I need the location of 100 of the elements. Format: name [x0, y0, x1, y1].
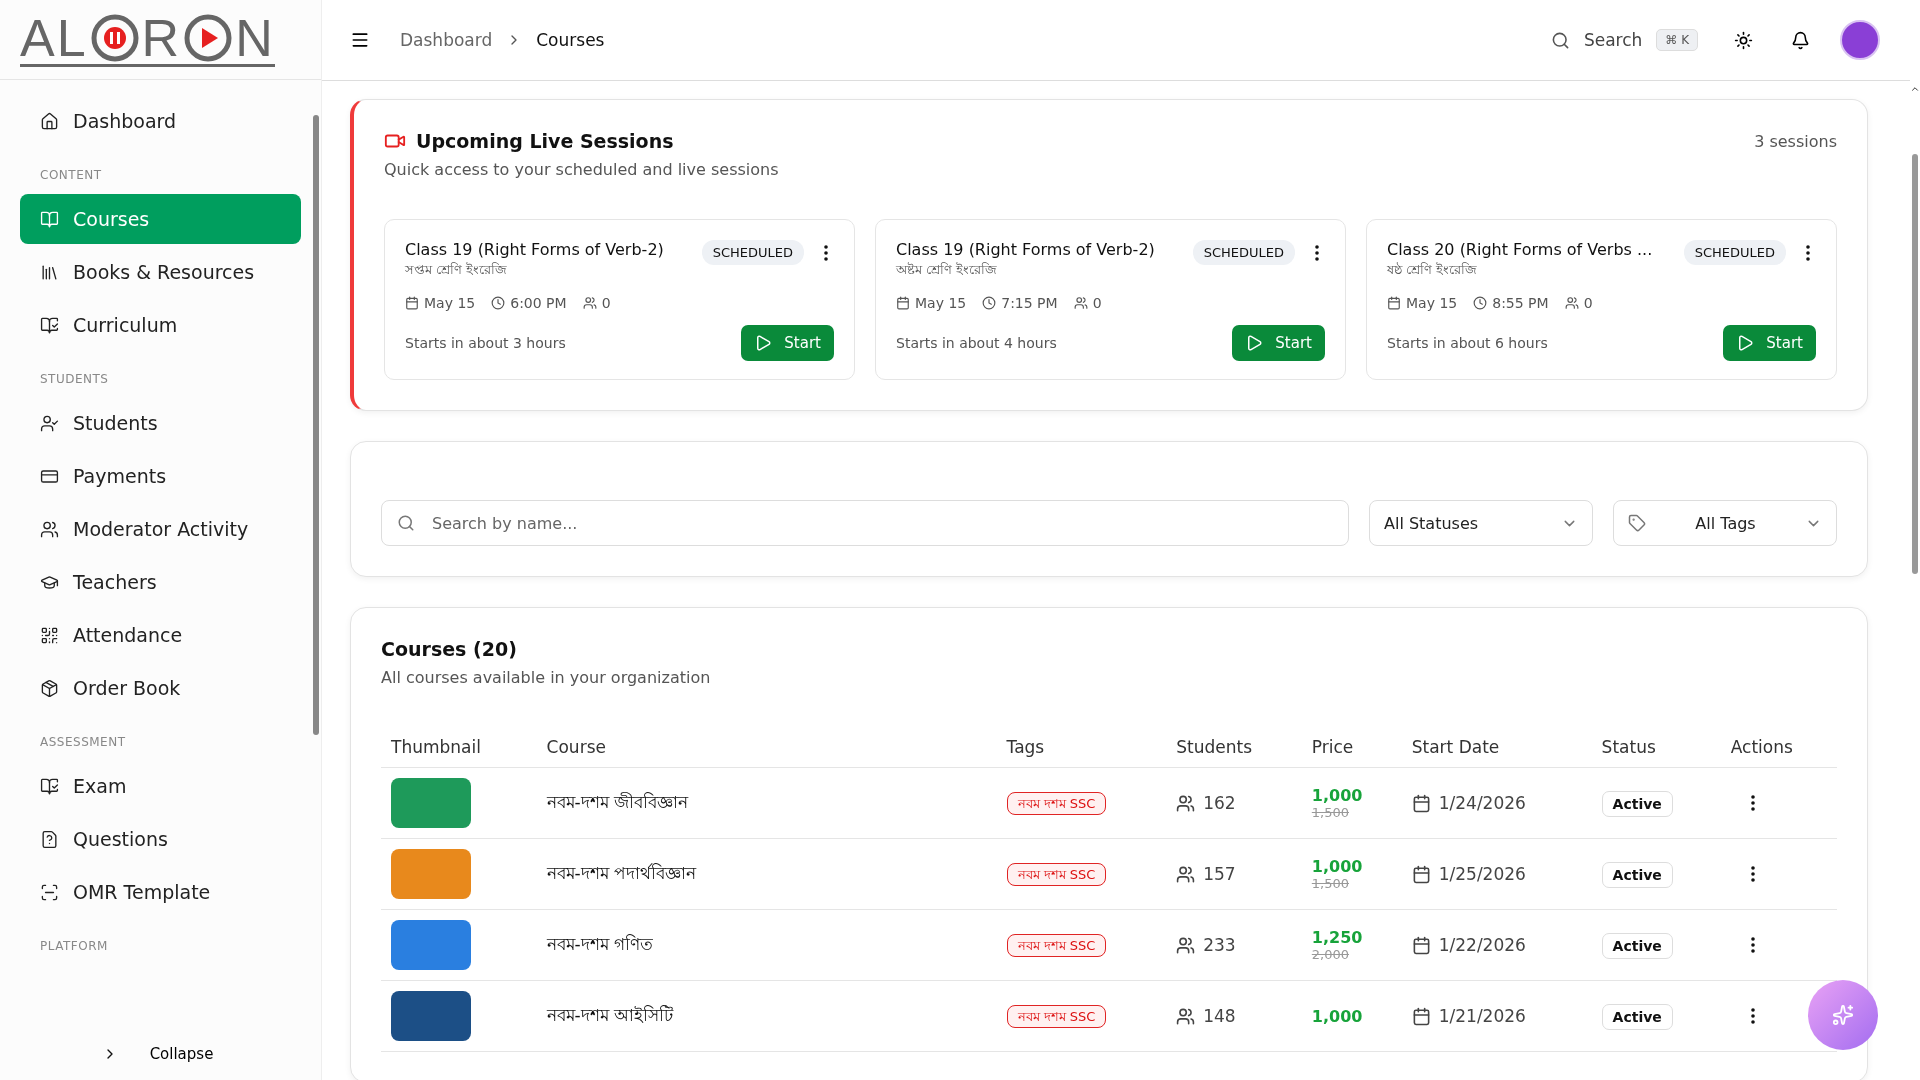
- clock-icon: [1473, 296, 1488, 310]
- column-header: Students: [1166, 727, 1302, 768]
- sidebar-item[interactable]: Attendance: [20, 610, 301, 660]
- status-badge: Active: [1601, 933, 1673, 959]
- breadcrumb-current: Courses: [536, 30, 605, 50]
- session-date: May 15: [915, 295, 967, 311]
- session-title: Class 19 (Right Forms of Verb-2): [405, 240, 664, 259]
- course-name[interactable]: নবম-দশম জীববিজ্ঞান: [546, 792, 689, 812]
- column-header: Course: [536, 727, 997, 768]
- section-title: Upcoming Live Sessions: [416, 130, 674, 152]
- session-date: May 15: [424, 295, 476, 311]
- users-icon: [582, 296, 597, 310]
- session-subject: সপ্তম শ্রেণি ইংরেজি: [405, 261, 509, 279]
- student-count: 233: [1203, 935, 1236, 955]
- calendar-icon: [1411, 935, 1431, 955]
- play-circle-icon: [183, 13, 234, 63]
- start-button[interactable]: Start: [1723, 325, 1816, 361]
- search-button[interactable]: Search ⌘ K: [1544, 28, 1704, 52]
- start-date: 1/21/2026: [1438, 1006, 1526, 1026]
- search-icon: [1550, 30, 1570, 50]
- price: 1,250: [1311, 928, 1364, 947]
- start-eta: Starts in about 4 hours: [896, 335, 1057, 351]
- users-icon: [1176, 1006, 1196, 1026]
- sidebar-item[interactable]: Teachers: [20, 557, 301, 607]
- original-price: 1,500: [1311, 805, 1350, 820]
- clock-icon: [491, 296, 506, 310]
- column-header: Price: [1301, 727, 1402, 768]
- attendee-count: 0: [1583, 295, 1593, 311]
- start-date: 1/25/2026: [1438, 864, 1526, 884]
- start-eta: Starts in about 3 hours: [405, 335, 566, 351]
- session-time: 8:55 PM: [1492, 295, 1549, 311]
- book-check-icon: [40, 315, 59, 335]
- bell-icon: [1791, 30, 1810, 50]
- calendar-icon: [405, 296, 419, 310]
- dots-icon: [1750, 866, 1755, 882]
- status-badge: SCHEDULED: [701, 240, 804, 265]
- tag-badge: নবম দশম SSC: [1006, 933, 1107, 957]
- status-dropdown[interactable]: All Statuses: [1369, 500, 1593, 546]
- session-title: Class 19 (Right Forms of Verb-2): [896, 240, 1155, 259]
- play-icon: [1736, 334, 1755, 352]
- scroll-up-icon[interactable]: [1910, 84, 1920, 94]
- start-button[interactable]: Start: [741, 325, 834, 361]
- section-subtitle: Quick access to your scheduled and live sessions: [384, 160, 780, 179]
- book-icon: [40, 209, 59, 229]
- dots-icon: [1750, 937, 1755, 953]
- section-title: Courses (20): [381, 638, 518, 660]
- sidebar-item[interactable]: Curriculum: [20, 300, 301, 350]
- calendar-icon: [896, 296, 910, 310]
- dots-icon: [824, 244, 828, 261]
- section-heading: PLATFORM: [40, 939, 109, 953]
- sidebar-item[interactable]: Dashboard: [20, 96, 301, 146]
- calendar-icon: [1411, 864, 1431, 884]
- scrollbar-thumb[interactable]: [1912, 154, 1918, 574]
- start-eta: Starts in about 6 hours: [1387, 335, 1548, 351]
- calendar-icon: [1411, 1006, 1431, 1026]
- course-name[interactable]: নবম-দশম পদার্থবিজ্ঞান: [546, 863, 697, 883]
- student-count: 162: [1203, 793, 1236, 813]
- sidebar-item[interactable]: Moderator Activity: [20, 504, 301, 554]
- sun-icon: [1734, 30, 1753, 50]
- start-date: 1/22/2026: [1438, 935, 1526, 955]
- tags-dropdown[interactable]: All Tags: [1613, 500, 1837, 546]
- section-heading: STUDENTS: [40, 372, 110, 386]
- book-check-icon: [40, 776, 59, 796]
- sidebar-item[interactable]: Questions: [20, 814, 301, 864]
- logo-text: AL: [20, 12, 88, 64]
- session-time: 7:15 PM: [1001, 295, 1058, 311]
- user-check-icon: [40, 413, 59, 433]
- users-icon: [40, 519, 59, 539]
- course-name[interactable]: নবম-দশম গণিত: [546, 934, 654, 954]
- sidebar-item[interactable]: Exam: [20, 761, 301, 811]
- status-badge: Active: [1601, 1004, 1673, 1030]
- student-count: 157: [1203, 864, 1236, 884]
- session-count: 3 sessions: [1754, 131, 1837, 151]
- collapse-button[interactable]: Collapse: [143, 1044, 220, 1064]
- calendar-icon: [1411, 793, 1431, 813]
- tag-badge: নবম দশম SSC: [1006, 791, 1107, 815]
- user-avatar[interactable]: [1840, 20, 1880, 60]
- section-heading: CONTENT: [40, 168, 103, 182]
- course-name[interactable]: নবম-দশম আইসিটি: [546, 1005, 674, 1025]
- sparkles-icon: [1832, 1004, 1854, 1026]
- users-icon: [1176, 793, 1196, 813]
- tag-badge: নবম দশম SSC: [1006, 1004, 1107, 1028]
- status-badge: SCHEDULED: [1192, 240, 1295, 265]
- column-header: Thumbnail: [381, 727, 537, 768]
- sidebar-item[interactable]: Order Book: [20, 663, 301, 713]
- scrollbar-thumb[interactable]: [313, 115, 319, 735]
- sidebar-item[interactable]: Payments: [20, 451, 301, 501]
- sidebar-item[interactable]: Books & Resources: [20, 247, 301, 297]
- package-icon: [40, 678, 59, 698]
- column-header: Status: [1591, 727, 1721, 768]
- question-file-icon: [40, 829, 59, 849]
- session-date: May 15: [1406, 295, 1458, 311]
- search-field[interactable]: Search by name...: [381, 500, 1349, 546]
- sidebar-item[interactable]: OMR Template: [20, 867, 301, 917]
- sidebar-item[interactable]: Students: [20, 398, 301, 448]
- dots-icon: [1750, 795, 1755, 811]
- breadcrumb-link[interactable]: Dashboard: [400, 30, 493, 50]
- start-button[interactable]: Start: [1232, 325, 1325, 361]
- column-header: Start Date: [1401, 727, 1592, 768]
- logo-text: R: [141, 12, 182, 64]
